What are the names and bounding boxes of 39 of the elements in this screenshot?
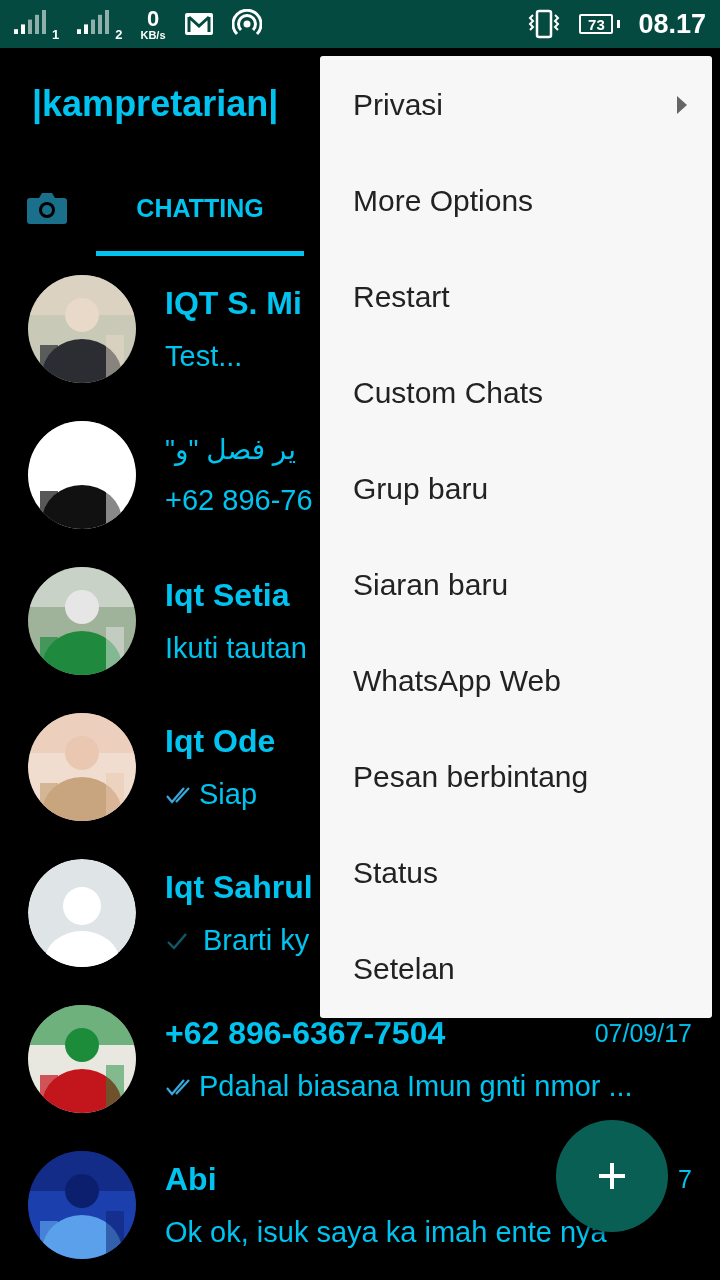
sim-number: 1 xyxy=(52,27,60,42)
speed-unit: KB/s xyxy=(140,29,166,41)
contact-name: Iqt Ode xyxy=(165,723,276,760)
menu-item[interactable]: Custom Chats xyxy=(320,345,712,441)
message-preview: Test... xyxy=(165,340,243,373)
app-title: |kampretarian| xyxy=(32,83,279,125)
mail-icon xyxy=(183,12,214,36)
message-preview: Pdahal biasana Imun gnti nmor ... xyxy=(199,1070,633,1103)
menu-item[interactable]: Siaran baru xyxy=(320,537,712,633)
menu-item[interactable]: More Options xyxy=(320,153,712,249)
contact-name: +62 896-6367-7504 xyxy=(165,1015,446,1052)
plus-icon xyxy=(597,1161,627,1191)
vibrate-icon xyxy=(527,9,562,39)
contact-name: ير فصل "و" xyxy=(165,433,297,466)
camera-icon[interactable] xyxy=(26,191,68,225)
sim-number: 2 xyxy=(115,27,123,42)
menu-item[interactable]: Pesan berbintang xyxy=(320,729,712,825)
menu-item[interactable]: Setelan xyxy=(320,921,712,1017)
contact-name: Iqt Setia xyxy=(165,577,290,614)
menu-item[interactable]: Privasi xyxy=(320,57,712,153)
menu-item[interactable]: Status xyxy=(320,825,712,921)
chat-time: 7 xyxy=(678,1165,692,1194)
message-preview: +62 896-76 xyxy=(165,484,313,517)
default-avatar-icon xyxy=(28,859,136,967)
message-preview: Brarti ky xyxy=(203,924,310,957)
battery-level: 73 xyxy=(579,14,614,34)
menu-item[interactable]: Restart xyxy=(320,249,712,345)
message-preview: Siap xyxy=(199,778,258,811)
menu-item[interactable]: WhatsApp Web xyxy=(320,633,712,729)
chats-tab[interactable]: CHATTING xyxy=(96,160,304,256)
message-preview: Ikuti tautan xyxy=(165,632,307,665)
chat-time: 07/09/17 xyxy=(594,1019,692,1048)
battery-tip xyxy=(617,20,621,28)
menu-item[interactable]: Grup baru xyxy=(320,441,712,537)
contact-name: IQT S. Mi xyxy=(165,285,302,322)
speed-value: 0 xyxy=(146,7,160,30)
contact-name: Abi xyxy=(165,1161,217,1198)
contact-name: Iqt Sahrul xyxy=(165,869,313,906)
clock: 08.17 xyxy=(638,8,706,40)
